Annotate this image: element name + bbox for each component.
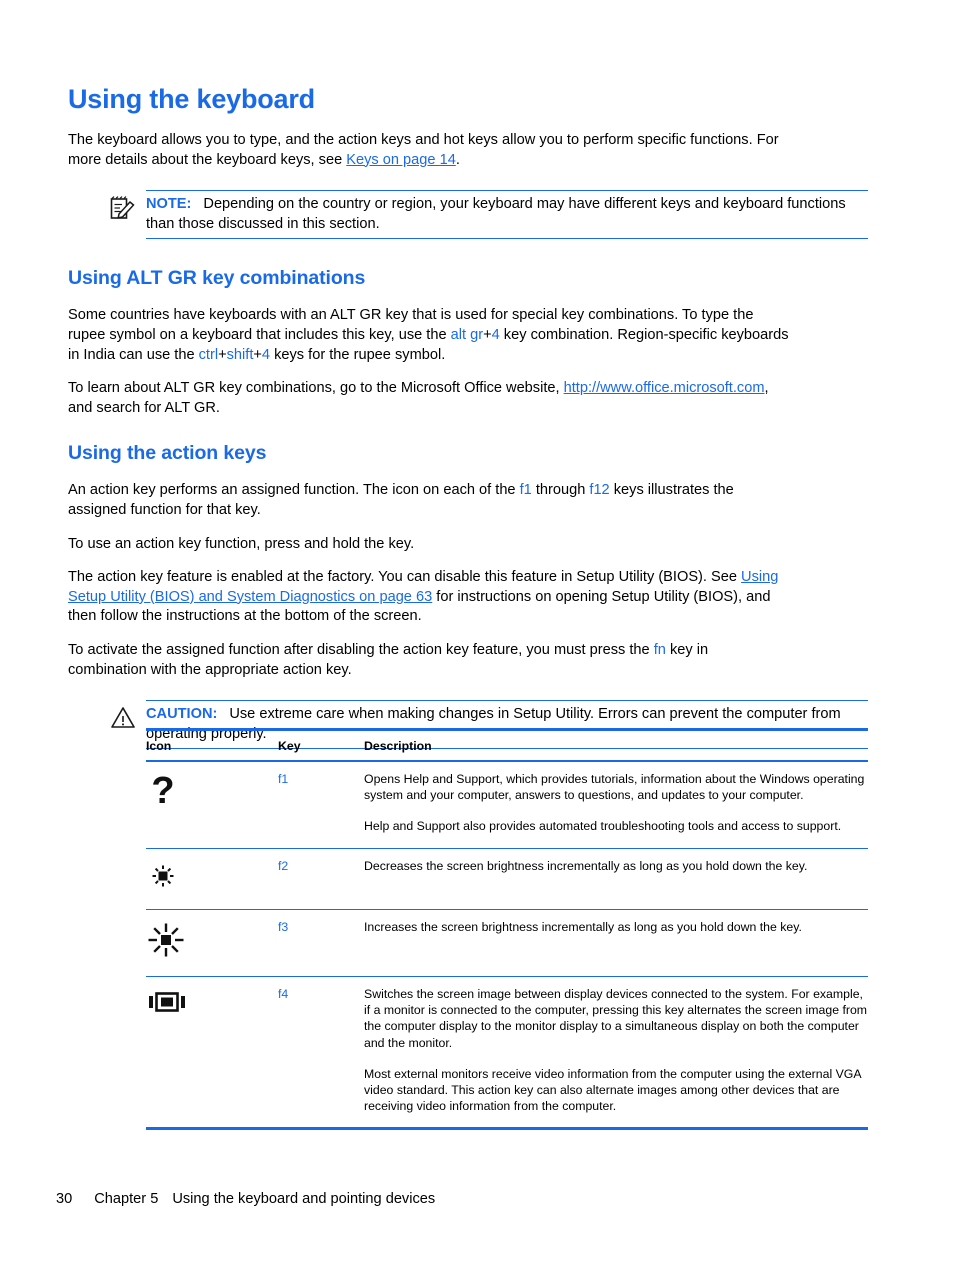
alt-gr-paragraph-2: To learn about ALT GR key combinations, … — [68, 379, 790, 418]
ak-p4-a: To activate the assigned function after … — [68, 641, 654, 658]
description-paragraph: Opens Help and Support, which provides t… — [364, 772, 865, 803]
alt-gr-p1-c: keys for the rupee symbol. — [270, 346, 446, 363]
table-row: ? f1 Opens Help and Support, which provi… — [146, 761, 868, 849]
key-f12-inline: f12 — [589, 482, 610, 499]
ak-p1-a: An action key performs an assigned funct… — [68, 482, 520, 499]
cell-key-f4: f4 — [278, 976, 364, 1131]
action-keys-paragraph-3: The action key feature is enabled at the… — [68, 568, 790, 627]
action-keys-paragraph-2: To use an action key function, press and… — [68, 535, 415, 552]
note-pad-pencil-icon — [110, 196, 136, 220]
keys-page-link[interactable]: Keys on page 14 — [346, 152, 456, 168]
key-shift: shift — [226, 346, 254, 363]
key-4-a: 4 — [491, 326, 500, 343]
cell-key-f3: f3 — [278, 909, 364, 978]
key-ctrl: ctrl — [198, 346, 219, 363]
ak-p3-a: The action key feature is enabled at the… — [68, 569, 742, 586]
key-fn-inline: fn — [653, 641, 666, 658]
cell-key-f1: f1 — [278, 761, 364, 849]
cell-key-f2: f2 — [278, 848, 364, 910]
plus-1: + — [483, 326, 492, 343]
cell-icon-f3 — [146, 909, 278, 978]
page-title: Using the keyboard — [68, 84, 315, 114]
column-header-key: Key — [278, 728, 364, 762]
cell-description-f3: Increases the screen brightness incremen… — [364, 909, 868, 978]
intro-paragraph: The keyboard allows you to type, and the… — [68, 131, 790, 170]
ak-p1-b: through — [531, 482, 590, 499]
table-row: f2 Decreases the screen brightness incre… — [146, 848, 868, 910]
table-row: f4 Switches the screen image between dis… — [146, 976, 868, 1131]
page-footer: 30 Chapter 5 Using the keyboard and pointi… — [56, 1191, 435, 1207]
cell-icon-f1: ? — [146, 761, 278, 849]
footer-chapter-title: Using the keyboard and pointing devices — [172, 1191, 436, 1207]
table-row: f3 Increases the screen brightness incre… — [146, 909, 868, 978]
table-header: Icon Key Description — [146, 728, 868, 762]
note-label: NOTE: — [146, 196, 192, 213]
cell-description-f1: Opens Help and Support, which provides t… — [364, 761, 868, 849]
note-admonition: NOTE: Depending on the country or region,… — [110, 190, 868, 240]
document-content: The keyboard allows you to type, and the… — [68, 131, 868, 750]
description-paragraph: Switches the screen image between displa… — [364, 987, 868, 1050]
column-header-description: Description — [364, 728, 868, 762]
question-mark-icon: ? — [146, 770, 278, 819]
cell-icon-f2 — [146, 848, 278, 910]
action-keys-paragraph-4: To activate the assigned function after … — [68, 641, 790, 680]
key-f1-inline: f1 — [519, 482, 532, 499]
section-heading-alt-gr: Using ALT GR key combinations — [68, 267, 366, 290]
brightness-increase-sun-icon — [146, 919, 278, 963]
alt-gr-p2-a: To learn about ALT GR key combinations, … — [68, 380, 564, 397]
cell-description-f4: Switches the screen image between displa… — [364, 976, 868, 1131]
key-alt-gr: alt gr — [450, 326, 484, 343]
switch-screen-image-monitor-icon — [146, 986, 278, 1020]
description-paragraph: Help and Support also provides automated… — [364, 819, 842, 834]
section-heading-action-keys: Using the action keys — [68, 442, 267, 465]
description-paragraph: Most external monitors receive video inf… — [364, 1066, 861, 1114]
action-keys-paragraph-1: An action key performs an assigned funct… — [68, 481, 790, 520]
table-body: ? f1 Opens Help and Support, which provi… — [146, 761, 868, 1131]
column-header-icon: Icon — [146, 728, 278, 762]
svg-text:?: ? — [151, 773, 174, 812]
note-text: Depending on the country or region, your… — [146, 196, 846, 232]
brightness-decrease-sun-icon — [146, 858, 278, 896]
cell-icon-f4 — [146, 976, 278, 1131]
plus-3: + — [253, 346, 262, 363]
document-page: Using the keyboard The keyboard allows y… — [0, 0, 954, 1270]
plus-2: + — [218, 346, 227, 363]
warning-triangle-icon — [110, 706, 136, 730]
alt-gr-paragraph-1: Some countries have keyboards with an AL… — [68, 306, 790, 365]
description-paragraph: Decreases the screen brightness incremen… — [364, 858, 808, 873]
footer-page-number: 30 — [56, 1191, 73, 1207]
intro-text-after: . — [455, 151, 460, 168]
description-paragraph: Increases the screen brightness incremen… — [364, 919, 802, 934]
caution-label: CAUTION: — [146, 706, 218, 723]
action-key-table: Icon Key Description ? f1 Opens Help and… — [146, 728, 868, 1131]
cell-description-f2: Decreases the screen brightness incremen… — [364, 848, 868, 910]
footer-chapter: Chapter 5 — [94, 1191, 159, 1207]
key-4-b: 4 — [261, 346, 271, 363]
microsoft-office-link[interactable]: http://www.office.microsoft.com — [564, 380, 765, 396]
table-header-row: Icon Key Description — [146, 728, 868, 762]
